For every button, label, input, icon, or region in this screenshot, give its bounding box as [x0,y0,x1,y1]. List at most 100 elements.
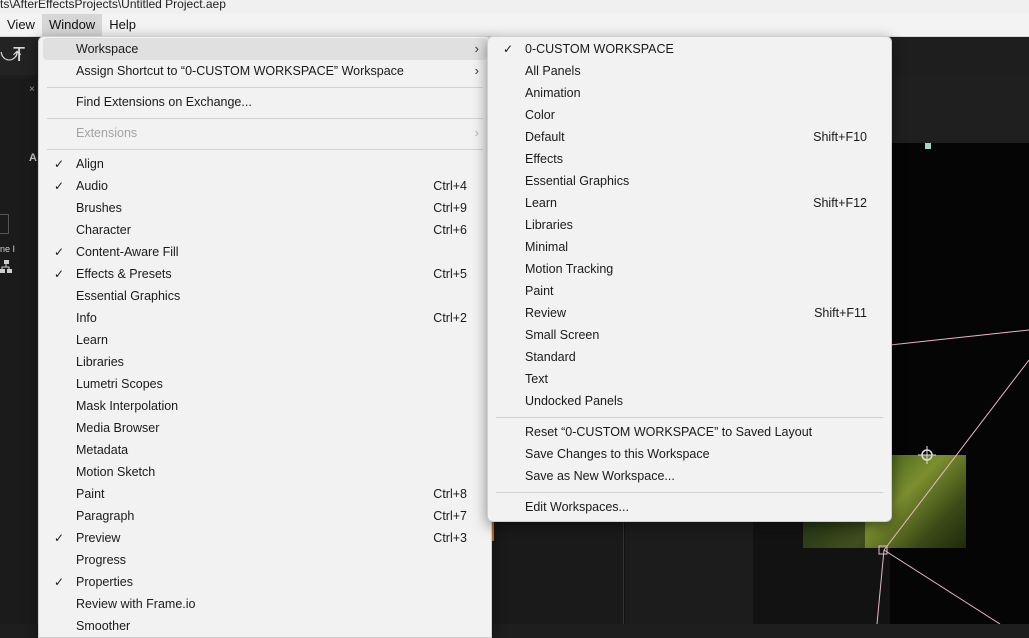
window-menu: Workspace › Assign Shortcut to “0-CUSTOM… [38,36,492,638]
chevron-right-icon: › [474,63,479,78]
menu-item-libraries[interactable]: Libraries [43,351,487,373]
workspace-item-small-screen[interactable]: Small Screen [492,324,887,346]
menu-item-shortcut: Shift+F10 [813,130,867,144]
menu-item-label: Effects & Presets [76,267,172,281]
menu-item-workspace[interactable]: Workspace › [43,38,487,60]
menu-item-essential-graphics[interactable]: Essential Graphics [43,285,487,307]
menu-item-label: Essential Graphics [525,174,630,188]
menu-item-shortcut: Ctrl+5 [433,267,467,281]
workspace-item-effects[interactable]: Effects [492,148,887,170]
network-icon[interactable] [0,260,12,274]
workspace-item-text[interactable]: Text [492,368,887,390]
menu-item-content-aware-fill[interactable]: ✓ Content-Aware Fill [43,241,487,263]
menu-item-label: Edit Workspaces... [525,500,629,514]
menu-item-label: Default [525,130,565,144]
menu-item-label: Properties [76,575,133,589]
checkmark-icon: ✓ [53,575,65,589]
menu-item-properties[interactable]: ✓ Properties [43,571,487,593]
composition-viewer[interactable] [890,143,1029,624]
workspace-item-custom[interactable]: ✓ 0-CUSTOM WORKSPACE [492,38,887,60]
checkmark-icon: ✓ [53,531,65,545]
workspace-item-save-changes[interactable]: Save Changes to this Workspace [492,443,887,465]
workspace-item-essential-graphics[interactable]: Essential Graphics [492,170,887,192]
menu-item-label: Smoother [76,619,131,633]
checkmark-icon: ✓ [502,42,514,56]
menu-item-label: Metadata [76,443,129,457]
menu-item-label: Workspace [76,42,139,56]
menu-item-find-extensions[interactable]: Find Extensions on Exchange... [43,91,487,113]
menu-item-label: Learn [76,333,108,347]
menu-item-audio[interactable]: ✓ Audio Ctrl+4 [43,175,487,197]
menu-item-label: Essential Graphics [76,289,181,303]
menu-item-preview[interactable]: ✓ Preview Ctrl+3 [43,527,487,549]
menu-item-label: Small Screen [525,328,600,342]
menu-separator [47,118,483,119]
menu-item-label: Minimal [525,240,569,254]
workspace-item-animation[interactable]: Animation [492,82,887,104]
menu-item-label: Progress [76,553,127,567]
menu-item-progress[interactable]: Progress [43,549,487,571]
menu-item-shortcut: Ctrl+9 [433,201,467,215]
menu-item-brushes[interactable]: Brushes Ctrl+9 [43,197,487,219]
panel-close-icon[interactable]: × [29,84,35,95]
menu-item-label: Mask Interpolation [76,399,179,413]
menu-item-mask-interpolation[interactable]: Mask Interpolation [43,395,487,417]
workspace-item-edit[interactable]: Edit Workspaces... [492,496,887,518]
menu-item-motion-sketch[interactable]: Motion Sketch [43,461,487,483]
menu-help[interactable]: Help [102,14,143,36]
workspace-item-save-new[interactable]: Save as New Workspace... [492,465,887,487]
type-tool-icon[interactable]: T [13,44,25,67]
menu-separator [496,492,883,493]
menu-item-shortcut: Ctrl+8 [433,487,467,501]
menu-item-label: Reset “0-CUSTOM WORKSPACE” to Saved Layo… [525,425,813,439]
timeline-panel-middle [625,521,753,624]
transform-handle[interactable] [925,143,931,149]
menu-item-label: Color [525,108,555,122]
panel-field[interactable] [0,214,9,234]
workspace-item-default[interactable]: Default Shift+F10 [492,126,887,148]
workspace-submenu: ✓ 0-CUSTOM WORKSPACE All Panels Animatio… [487,36,892,522]
menu-item-label: Save as New Workspace... [525,469,675,483]
menu-item-paragraph[interactable]: Paragraph Ctrl+7 [43,505,487,527]
workspace-item-undocked-panels[interactable]: Undocked Panels [492,390,887,412]
menu-item-learn[interactable]: Learn [43,329,487,351]
workspace-item-motion-tracking[interactable]: Motion Tracking [492,258,887,280]
menu-item-info[interactable]: Info Ctrl+2 [43,307,487,329]
menu-view[interactable]: View [0,14,42,36]
workspace-item-review[interactable]: Review Shift+F11 [492,302,887,324]
menu-item-label: Lumetri Scopes [76,377,163,391]
menu-item-label: Paragraph [76,509,135,523]
menu-item-label: Standard [525,350,576,364]
workspace-item-standard[interactable]: Standard [492,346,887,368]
menu-item-label: Align [76,157,104,171]
menu-item-lumetri-scopes[interactable]: Lumetri Scopes [43,373,487,395]
menu-item-label: Libraries [525,218,573,232]
menu-item-paint[interactable]: Paint Ctrl+8 [43,483,487,505]
menu-item-effects-presets[interactable]: ✓ Effects & Presets Ctrl+5 [43,263,487,285]
workspace-item-minimal[interactable]: Minimal [492,236,887,258]
menu-item-metadata[interactable]: Metadata [43,439,487,461]
menu-item-label: Content-Aware Fill [76,245,179,259]
menu-item-extensions: Extensions › [43,122,487,144]
checkmark-icon: ✓ [53,267,65,281]
menu-separator [47,149,483,150]
timeline-panel-left [493,521,624,624]
workspace-item-libraries[interactable]: Libraries [492,214,887,236]
menu-item-smoother[interactable]: Smoother [43,615,487,637]
workspace-item-all-panels[interactable]: All Panels [492,60,887,82]
menu-item-shortcut: Ctrl+2 [433,311,467,325]
menu-item-review-frameio[interactable]: Review with Frame.io [43,593,487,615]
workspace-item-color[interactable]: Color [492,104,887,126]
menu-item-label: Libraries [76,355,124,369]
workspace-item-paint[interactable]: Paint [492,280,887,302]
menu-item-shortcut: Ctrl+7 [433,509,467,523]
workspace-item-learn[interactable]: Learn Shift+F12 [492,192,887,214]
menu-item-label: 0-CUSTOM WORKSPACE [525,42,674,56]
menu-item-character[interactable]: Character Ctrl+6 [43,219,487,241]
menu-window[interactable]: Window [41,14,103,36]
menu-item-media-browser[interactable]: Media Browser [43,417,487,439]
menu-item-align[interactable]: ✓ Align [43,153,487,175]
menu-separator [47,87,483,88]
menu-item-assign-shortcut[interactable]: Assign Shortcut to “0-CUSTOM WORKSPACE” … [43,60,487,82]
workspace-item-reset[interactable]: Reset “0-CUSTOM WORKSPACE” to Saved Layo… [492,421,887,443]
